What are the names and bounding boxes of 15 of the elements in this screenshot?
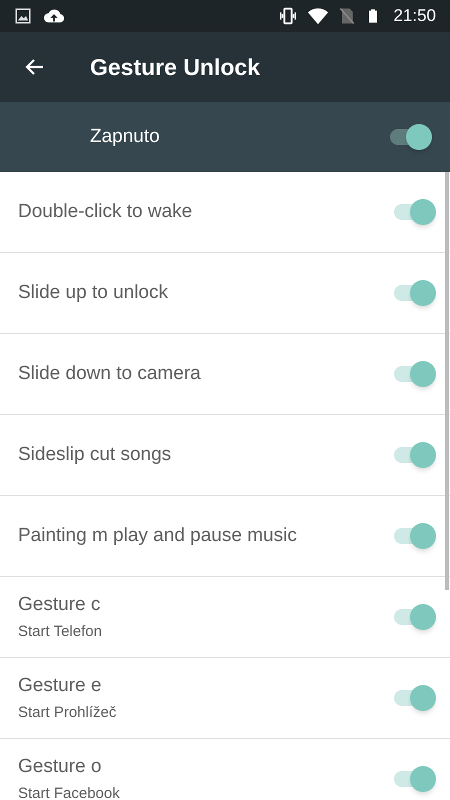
setting-subtitle: Start Telefon [18,622,103,642]
setting-subtitle: Start Facebook [18,784,121,800]
setting-title: Gesture e [18,674,102,698]
setting-subtitle: Start Prohlížeč [18,703,118,723]
screen-title: Gesture Unlock [90,52,260,82]
clock-time: 21:50 [393,5,436,28]
setting-title: Gesture c [18,592,102,616]
setting-title: Painting m play and pause music [18,524,298,548]
image-icon [14,7,32,25]
setting-title: Slide down to camera [18,362,202,386]
setting-title: Sideslip cut songs [18,442,172,467]
setting-title: Double-click to wake [18,200,194,224]
setting-title: Slide up to unlock [18,280,169,305]
switch-label: Zapnuto [90,124,161,149]
setting-title: Gesture o [18,754,102,778]
